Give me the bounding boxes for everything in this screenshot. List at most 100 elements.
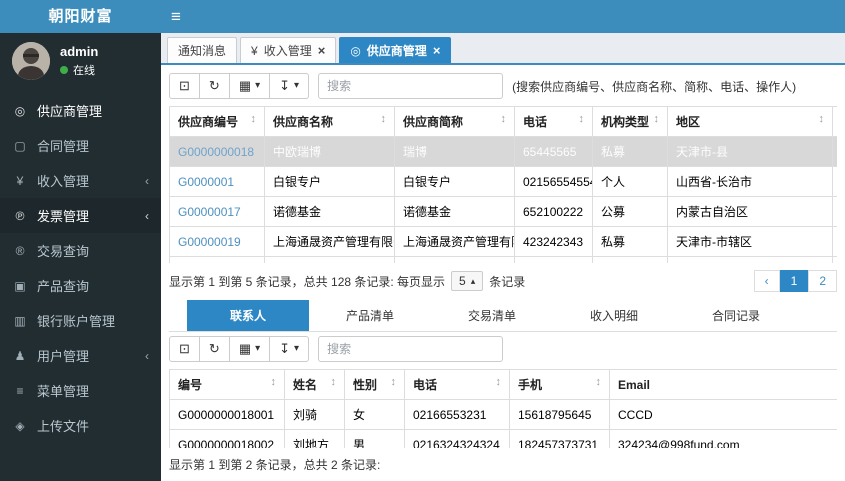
sort-icon[interactable]: ↕	[496, 376, 502, 388]
refresh-button[interactable]: ↻	[199, 336, 230, 362]
close-icon[interactable]: ×	[433, 44, 441, 57]
tab-label: 通知消息	[178, 44, 227, 58]
app-logo: 朝阳财富	[0, 0, 161, 33]
tab-label: 收入管理	[263, 44, 312, 58]
export-icon: ↧	[279, 341, 291, 357]
toggle-view-button[interactable]: ⊡	[169, 73, 200, 99]
hamburger-icon[interactable]: ≡	[171, 8, 181, 25]
upload-icon: ◈	[15, 418, 25, 433]
col-operator[interactable]: 操作人↕	[832, 106, 837, 137]
export-button[interactable]: ↧ ▾	[270, 73, 310, 99]
sort-icon[interactable]: ↕	[381, 113, 387, 125]
close-icon[interactable]: ×	[318, 44, 326, 57]
detail-tabs: 联系人 产品清单 交易清单 收入明细 合同记录	[169, 300, 837, 333]
sort-icon[interactable]: ↕	[391, 376, 397, 388]
sidebar-menu: ◎ 供应商管理 ▢ 合同管理 ¥ 收入管理 ‹ ℗ 发票管理 ‹ ® 交易查询	[0, 93, 161, 443]
sidebar-item-income-management[interactable]: ¥ 收入管理 ‹	[0, 163, 161, 198]
sort-icon[interactable]: ↕	[819, 113, 825, 125]
sidebar-item-bank-account-management[interactable]: ▥ 银行账户管理	[0, 303, 161, 338]
col-institution-type[interactable]: 机构类型 ↕	[592, 106, 668, 137]
sidebar-item-label: 收入管理	[37, 174, 90, 189]
online-status-icon	[60, 66, 68, 74]
table-row[interactable]: G00000019 上海通晟资产管理有限公司 上海通晟资产管理有限公司 4232…	[169, 226, 837, 257]
sort-icon[interactable]: ↕	[331, 376, 337, 388]
user-icon: ♟	[14, 348, 26, 363]
tab-income-detail[interactable]: 收入明细	[553, 300, 675, 331]
tab-transaction-list[interactable]: 交易清单	[431, 300, 553, 331]
main-area: ≡ 通知消息 ¥ 收入管理 × ◎ 供应商管理 × ⊡ ↻ ▦ ▾ ↧ ▾ 搜索…	[161, 0, 845, 481]
table-row[interactable]: G0000001 白银专户 白银专户 02156554554 个人 山西省-长治…	[169, 166, 837, 197]
refresh-icon: ↻	[208, 78, 220, 94]
sidebar-item-label: 供应商管理	[37, 104, 103, 119]
contact-search-input[interactable]	[318, 336, 504, 363]
table-row[interactable]: G00000017 诺德基金 诺德基金 652100222 公募 内蒙古自治区 …	[169, 196, 837, 227]
sidebar-item-transaction-query[interactable]: ® 交易查询	[0, 233, 161, 268]
columns-icon: ▦	[238, 78, 252, 94]
sidebar-item-menu-management[interactable]: ≡ 菜单管理	[0, 373, 161, 408]
pagination-summary-suffix: 条记录	[489, 274, 526, 289]
page-button-1[interactable]: 1	[779, 270, 809, 293]
tab-contacts[interactable]: 联系人	[187, 300, 309, 332]
refresh-button[interactable]: ↻	[199, 73, 230, 99]
col-phone[interactable]: 电话 ↕	[514, 106, 593, 137]
supplier-icon: ◎	[14, 103, 26, 118]
sidebar: 朝阳财富 admin 在线 ◎ 供应商管理 ▢ 合同管理 ¥ 收入管理 ‹ ℗ …	[0, 0, 161, 481]
col-mobile[interactable]: 手机 ↕	[509, 369, 610, 401]
sidebar-item-user-management[interactable]: ♟ 用户管理 ‹	[0, 338, 161, 373]
menu-icon: ≡	[16, 383, 24, 398]
col-contact-id[interactable]: 编号 ↕	[169, 369, 285, 401]
export-button[interactable]: ↧ ▾	[270, 336, 310, 362]
sidebar-item-invoice-management[interactable]: ℗ 发票管理 ‹	[0, 198, 161, 233]
table-row[interactable]: G0000000018002 刘地方 男 0216324324324 18245…	[169, 429, 837, 448]
supplier-id-link[interactable]: G0000001	[178, 175, 234, 189]
supplier-search-input[interactable]	[318, 73, 504, 99]
user-name: admin	[60, 44, 99, 59]
supplier-id-link[interactable]: G00000019	[178, 235, 241, 249]
columns-button[interactable]: ▦ ▾	[229, 73, 271, 99]
caret-up-icon: ▴	[470, 275, 476, 286]
sidebar-item-upload-file[interactable]: ◈ 上传文件	[0, 408, 161, 443]
table-row[interactable]: G0000000018 中欧瑞博 瑞博 65445565 私募 天津市-县 ad…	[169, 136, 837, 167]
chevron-left-icon: ‹	[145, 208, 149, 223]
sort-icon[interactable]: ↕	[596, 376, 602, 388]
contact-table-header: 编号 ↕ 姓名 ↕ 性别 ↕ 电话 ↕ 手机 ↕ Email	[169, 369, 837, 401]
col-region[interactable]: 地区 ↕	[667, 106, 833, 137]
col-contact-name[interactable]: 姓名 ↕	[284, 369, 345, 401]
export-icon: ↧	[279, 78, 291, 94]
contract-icon: ▢	[14, 138, 26, 153]
supplier-id-link[interactable]: G00000017	[178, 205, 241, 219]
col-contact-phone[interactable]: 电话 ↕	[404, 369, 510, 401]
supplier-id-link[interactable]: G0000000018	[178, 145, 254, 159]
page-size-selector[interactable]: 5 ▴	[451, 271, 484, 292]
col-supplier-id[interactable]: 供应商编号 ↕	[169, 106, 265, 137]
sidebar-item-contract-management[interactable]: ▢ 合同管理	[0, 128, 161, 163]
sort-icon[interactable]: ↕	[501, 113, 507, 125]
page-button-2[interactable]: 2	[808, 270, 837, 293]
columns-button[interactable]: ▦ ▾	[229, 336, 271, 362]
col-gender[interactable]: 性别 ↕	[344, 369, 405, 401]
supplier-toolbar-buttons: ⊡ ↻ ▦ ▾ ↧ ▾	[169, 73, 310, 99]
tab-supplier-management[interactable]: ◎ 供应商管理 ×	[339, 37, 452, 63]
sort-icon[interactable]: ↕	[271, 376, 277, 388]
sort-icon[interactable]: ↕	[579, 113, 585, 125]
tab-income-management[interactable]: ¥ 收入管理 ×	[240, 37, 337, 63]
sidebar-item-supplier-management[interactable]: ◎ 供应商管理	[0, 93, 161, 128]
col-supplier-name[interactable]: 供应商名称 ↕	[264, 106, 395, 137]
yen-icon: ¥	[251, 43, 258, 58]
toggle-icon: ⊡	[179, 341, 190, 357]
col-supplier-short-name[interactable]: 供应商简称 ↕	[394, 106, 515, 137]
contact-pagination-summary: 显示第 1 到第 2 条记录，总共 2 条记录:	[169, 458, 381, 472]
tab-notifications[interactable]: 通知消息	[167, 37, 238, 63]
toggle-view-button[interactable]: ⊡	[169, 336, 200, 362]
prev-page-button[interactable]: ‹	[753, 270, 780, 293]
table-row[interactable]: G0000000018001 刘骑 女 02166553231 15618795…	[169, 399, 837, 431]
col-email[interactable]: Email	[609, 369, 837, 401]
sort-icon[interactable]: ↕	[654, 113, 660, 125]
tab-product-list[interactable]: 产品清单	[309, 300, 431, 331]
tab-contract-records[interactable]: 合同记录	[675, 300, 797, 331]
tab-label: 供应商管理	[366, 44, 427, 58]
table-row[interactable]: G0000002 淳信资产 淳信资产 13123123123 私募 -- 省 -…	[169, 256, 837, 264]
sort-icon[interactable]: ↕	[251, 113, 257, 125]
sidebar-item-label: 发票管理	[37, 209, 90, 224]
sidebar-item-product-query[interactable]: ▣ 产品查询	[0, 268, 161, 303]
